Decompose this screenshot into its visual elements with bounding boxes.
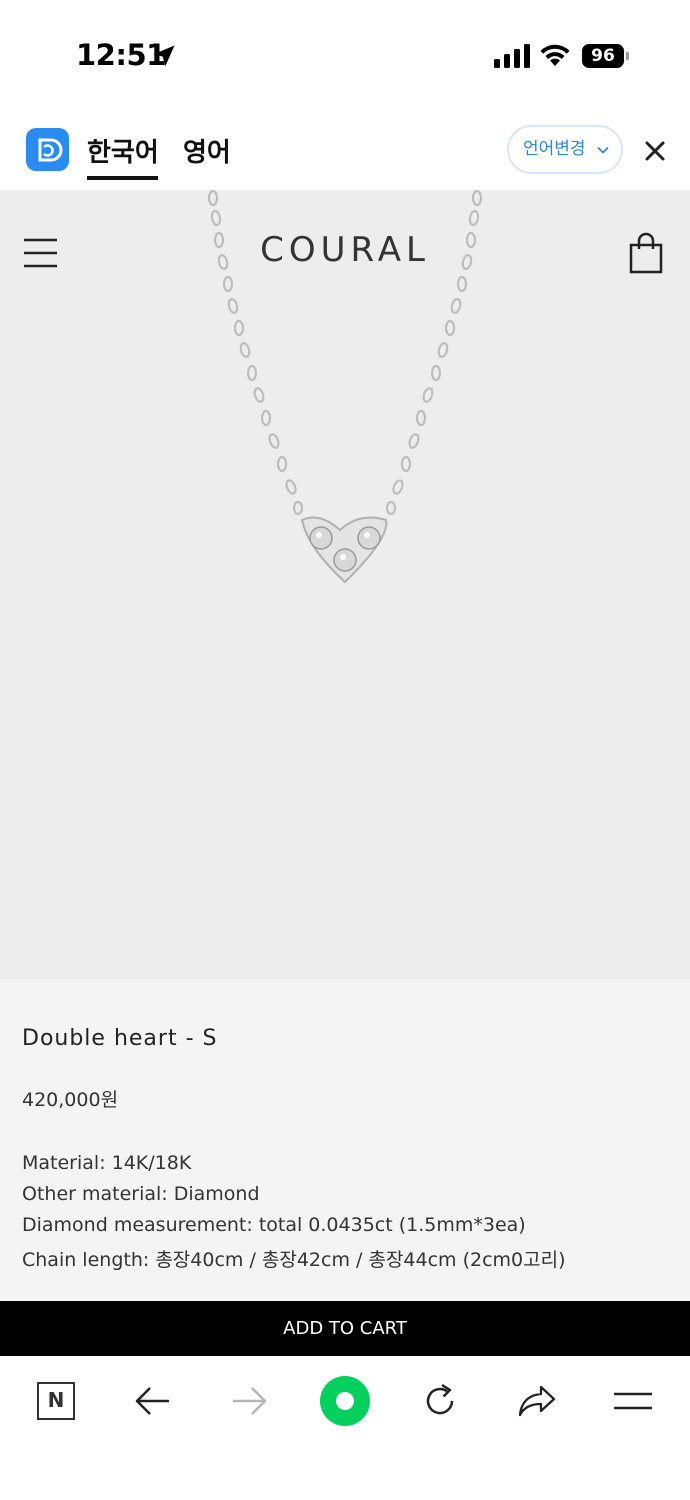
spec-diamond-measurement: Diamond measurement: total 0.0435ct (1.5… (22, 1214, 526, 1236)
translator-logo-icon[interactable] (26, 128, 69, 171)
chevron-down-icon (597, 146, 609, 154)
translation-bar: 한국어 영어 언어변경 (0, 110, 690, 190)
tab-korean[interactable]: 한국어 (87, 132, 159, 169)
naver-home-icon[interactable]: N (31, 1376, 81, 1426)
menu-icon[interactable] (608, 1376, 658, 1426)
battery-indicator: 96 (582, 44, 630, 68)
naver-home-label: N (37, 1382, 75, 1420)
product-price: 420,000원 (22, 1089, 119, 1111)
add-to-cart-button[interactable]: ADD TO CART (0, 1301, 690, 1356)
location-arrow-icon (153, 45, 175, 67)
close-icon[interactable] (643, 139, 667, 163)
green-dot-icon[interactable] (320, 1376, 370, 1426)
product-image-area: COURAL (0, 190, 690, 979)
tab-english[interactable]: 영어 (183, 132, 231, 169)
change-language-button[interactable]: 언어변경 (507, 125, 623, 174)
back-arrow-icon[interactable] (128, 1376, 178, 1426)
shopping-bag-icon[interactable] (628, 232, 664, 274)
cellular-signal-icon (494, 44, 530, 68)
status-bar: 12:51 96 (0, 0, 690, 110)
reload-icon[interactable] (415, 1376, 465, 1426)
share-icon[interactable] (512, 1376, 562, 1426)
spec-chain-length: Chain length: 총장40cm / 총장42cm / 총장44cm (… (22, 1249, 566, 1271)
browser-toolbar: N (0, 1356, 690, 1500)
green-dot-button (320, 1376, 370, 1426)
forward-arrow-icon[interactable] (224, 1376, 274, 1426)
wifi-icon (540, 44, 570, 66)
active-tab-underline (87, 176, 158, 180)
spec-material: Material: 14K/18K (22, 1152, 192, 1174)
spec-other-material: Other material: Diamond (22, 1183, 260, 1205)
change-language-label: 언어변경 (523, 139, 586, 159)
brand-logo[interactable]: COURAL (0, 230, 690, 270)
battery-tip (626, 52, 629, 60)
battery-level: 96 (582, 44, 624, 68)
product-info: Double heart - S 420,000원 Material: 14K/… (0, 979, 690, 1301)
product-title: Double heart - S (22, 1026, 218, 1051)
